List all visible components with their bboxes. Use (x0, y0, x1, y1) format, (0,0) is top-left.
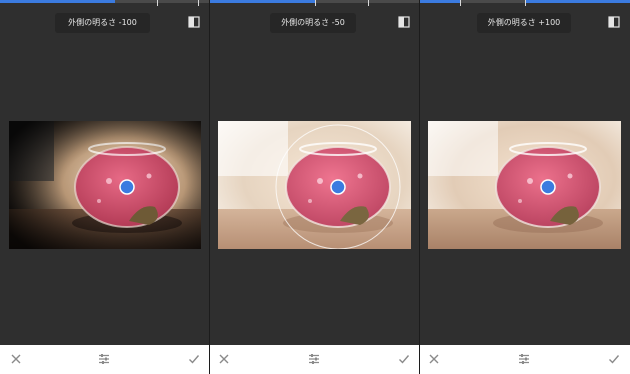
check-icon[interactable] (397, 352, 411, 366)
photo-preview[interactable] (428, 121, 621, 249)
bottom-toolbar (210, 345, 419, 374)
screenshot-strip: 外側の明るさ -100 外側の明るさ -50 外側の明るさ +100 (0, 0, 630, 374)
bottom-toolbar (420, 345, 630, 374)
editor-panel-2: 外側の明るさ -50 (210, 0, 419, 374)
progress-tick (198, 0, 199, 6)
compare-icon[interactable] (398, 16, 410, 28)
progress-fill (0, 0, 115, 3)
progress-fill (210, 0, 315, 3)
check-icon[interactable] (187, 352, 201, 366)
editor-panel-1: 外側の明るさ -100 (0, 0, 209, 374)
adjustment-label: 外側の明るさ -50 (270, 13, 356, 33)
check-icon[interactable] (607, 352, 621, 366)
progress-fill (525, 0, 630, 3)
sliders-icon[interactable] (307, 352, 321, 366)
sliders-icon[interactable] (517, 352, 531, 366)
bottom-toolbar (0, 345, 209, 374)
progress-bar (0, 0, 209, 6)
progress-bar (210, 0, 419, 6)
progress-tick (525, 0, 526, 6)
adjustment-label: 外側の明るさ -100 (55, 13, 150, 33)
photo-preview[interactable] (218, 121, 411, 249)
photo-preview[interactable] (9, 121, 201, 249)
adjustment-label: 外側の明るさ +100 (477, 13, 571, 33)
progress-bar (420, 0, 630, 6)
close-icon[interactable] (217, 352, 231, 366)
progress-tick (368, 0, 369, 6)
compare-icon[interactable] (608, 16, 620, 28)
close-icon[interactable] (427, 352, 441, 366)
close-icon[interactable] (9, 352, 23, 366)
progress-fill (420, 0, 460, 3)
progress-tick (460, 0, 461, 6)
sliders-icon[interactable] (97, 352, 111, 366)
progress-tick (315, 0, 316, 6)
progress-tick (157, 0, 158, 6)
editor-panel-3: 外側の明るさ +100 (420, 0, 630, 374)
compare-icon[interactable] (188, 16, 200, 28)
